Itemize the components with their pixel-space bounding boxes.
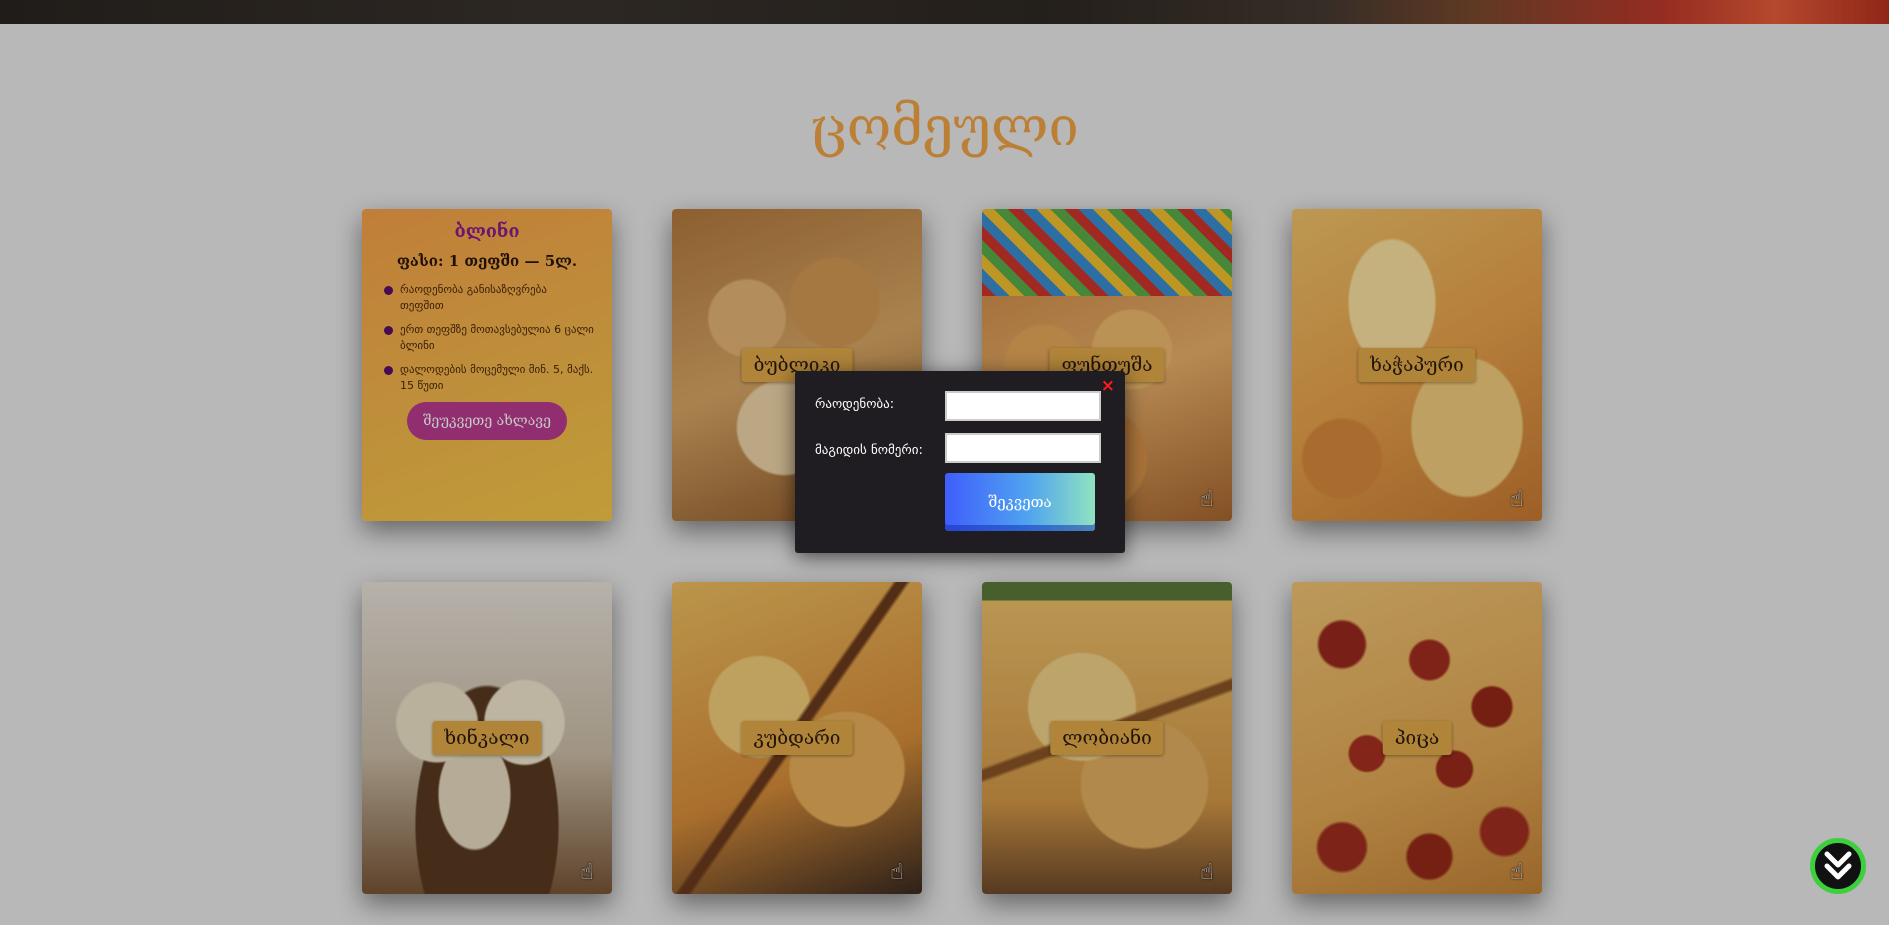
table-number-row: მაგიდის ნომერი:	[815, 433, 1105, 463]
scroll-down-button[interactable]	[1810, 838, 1866, 894]
table-number-input[interactable]	[945, 433, 1101, 463]
double-chevron-down-icon	[1824, 851, 1852, 880]
order-modal: × რაოდენობა: მაგიდის ნომერი: შეკვეთა	[795, 371, 1125, 553]
table-number-label: მაგიდის ნომერი:	[815, 443, 923, 458]
quantity-label: რაოდენობა:	[815, 397, 895, 412]
submit-order-button[interactable]: შეკვეთა	[945, 473, 1095, 531]
quantity-input[interactable]	[945, 391, 1101, 421]
quantity-row: რაოდენობა:	[815, 391, 1105, 421]
